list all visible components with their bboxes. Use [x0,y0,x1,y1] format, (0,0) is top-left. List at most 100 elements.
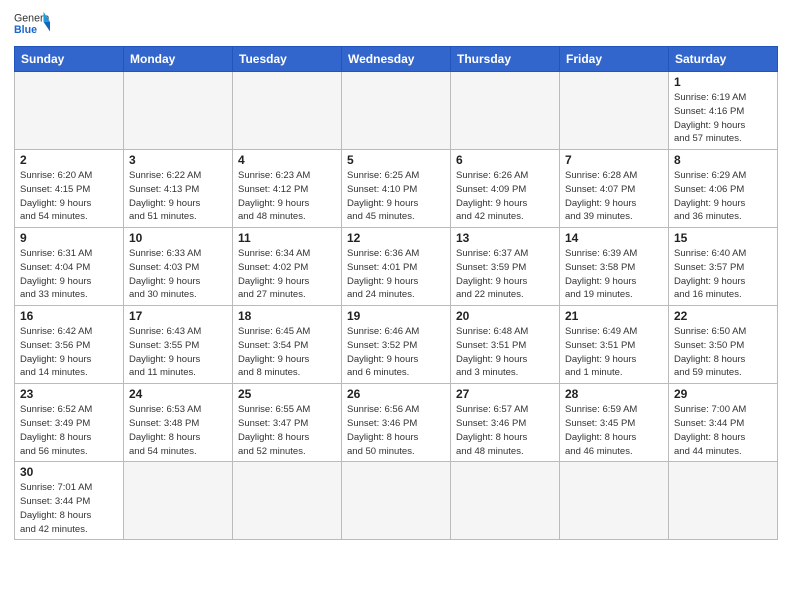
calendar-cell-w4d3: 26Sunrise: 6:56 AM Sunset: 3:46 PM Dayli… [342,384,451,462]
calendar-cell-w1d2: 4 Sunrise: 6:23 AM Sunset: 4:12 PM Daylig… [233,150,342,228]
day-number: 7 [565,153,663,167]
calendar-cell-w0d2 [233,72,342,150]
day-info: Sunrise: 6:53 AM Sunset: 3:48 PM Dayligh… [129,403,227,458]
weekday-tuesday: Tuesday [233,47,342,72]
calendar-cell-w4d5: 28 Sunrise: 6:59 AM Sunset: 3:45 PM Dayli… [560,384,669,462]
calendar-cell-w2d1: 10 Sunrise: 6:33 AM Sunset: 4:03 PM Dayli… [124,228,233,306]
day-number: 22 [674,309,772,323]
day-info: Sunrise: 6:26 AM Sunset: 4:09 PM Dayligh… [456,169,554,224]
calendar-cell-w4d4: 27Sunrise: 6:57 AM Sunset: 3:46 PM Dayli… [451,384,560,462]
calendar-cell-w3d6: 22 Sunrise: 6:50 AM Sunset: 3:50 PM Dayli… [669,306,778,384]
calendar-cell-w2d4: 13Sunrise: 6:37 AM Sunset: 3:59 PM Dayli… [451,228,560,306]
calendar-cell-w1d3: 5 Sunrise: 6:25 AM Sunset: 4:10 PM Daylig… [342,150,451,228]
calendar-cell-w2d5: 14 Sunrise: 6:39 AM Sunset: 3:58 PM Dayli… [560,228,669,306]
calendar-cell-w5d2 [233,462,342,540]
day-number: 9 [20,231,118,245]
calendar-cell-w0d3 [342,72,451,150]
day-info: Sunrise: 6:56 AM Sunset: 3:46 PM Dayligh… [347,403,445,458]
day-info: Sunrise: 6:49 AM Sunset: 3:51 PM Dayligh… [565,325,663,380]
day-info: Sunrise: 6:28 AM Sunset: 4:07 PM Dayligh… [565,169,663,224]
day-number: 14 [565,231,663,245]
weekday-saturday: Saturday [669,47,778,72]
header: General Blue [14,10,778,40]
calendar-cell-w4d6: 29Sunrise: 7:00 AM Sunset: 3:44 PM Dayli… [669,384,778,462]
weekday-monday: Monday [124,47,233,72]
day-info: Sunrise: 6:31 AM Sunset: 4:04 PM Dayligh… [20,247,118,302]
day-number: 28 [565,387,663,401]
calendar-cell-w5d5 [560,462,669,540]
calendar-cell-w3d1: 17Sunrise: 6:43 AM Sunset: 3:55 PM Dayli… [124,306,233,384]
weekday-sunday: Sunday [15,47,124,72]
day-number: 21 [565,309,663,323]
day-number: 1 [674,75,772,89]
calendar-cell-w5d4 [451,462,560,540]
day-number: 8 [674,153,772,167]
day-number: 27 [456,387,554,401]
calendar-cell-w2d0: 9 Sunrise: 6:31 AM Sunset: 4:04 PM Daylig… [15,228,124,306]
calendar-cell-w0d4 [451,72,560,150]
day-info: Sunrise: 6:20 AM Sunset: 4:15 PM Dayligh… [20,169,118,224]
calendar-week-2: 9 Sunrise: 6:31 AM Sunset: 4:04 PM Daylig… [15,228,778,306]
weekday-wednesday: Wednesday [342,47,451,72]
calendar-week-0: 1 Sunrise: 6:19 AM Sunset: 4:16 PM Daylig… [15,72,778,150]
calendar-table: SundayMondayTuesdayWednesdayThursdayFrid… [14,46,778,540]
calendar-cell-w3d0: 16Sunrise: 6:42 AM Sunset: 3:56 PM Dayli… [15,306,124,384]
calendar-cell-w2d3: 12Sunrise: 6:36 AM Sunset: 4:01 PM Dayli… [342,228,451,306]
day-number: 12 [347,231,445,245]
day-number: 20 [456,309,554,323]
day-info: Sunrise: 6:40 AM Sunset: 3:57 PM Dayligh… [674,247,772,302]
day-info: Sunrise: 7:01 AM Sunset: 3:44 PM Dayligh… [20,481,118,536]
calendar-cell-w0d0 [15,72,124,150]
calendar-cell-w3d3: 19 Sunrise: 6:46 AM Sunset: 3:52 PM Dayli… [342,306,451,384]
day-info: Sunrise: 6:37 AM Sunset: 3:59 PM Dayligh… [456,247,554,302]
day-info: Sunrise: 6:50 AM Sunset: 3:50 PM Dayligh… [674,325,772,380]
calendar-cell-w0d1 [124,72,233,150]
day-number: 11 [238,231,336,245]
calendar-cell-w4d2: 25 Sunrise: 6:55 AM Sunset: 3:47 PM Dayli… [233,384,342,462]
calendar-cell-w3d4: 20Sunrise: 6:48 AM Sunset: 3:51 PM Dayli… [451,306,560,384]
calendar-week-1: 2Sunrise: 6:20 AM Sunset: 4:15 PM Daylig… [15,150,778,228]
svg-text:Blue: Blue [14,24,37,36]
day-info: Sunrise: 6:34 AM Sunset: 4:02 PM Dayligh… [238,247,336,302]
calendar-week-3: 16Sunrise: 6:42 AM Sunset: 3:56 PM Dayli… [15,306,778,384]
day-info: Sunrise: 6:46 AM Sunset: 3:52 PM Dayligh… [347,325,445,380]
day-info: Sunrise: 6:45 AM Sunset: 3:54 PM Dayligh… [238,325,336,380]
logo: General Blue [14,10,50,40]
day-info: Sunrise: 6:19 AM Sunset: 4:16 PM Dayligh… [674,91,772,146]
calendar-cell-w5d1 [124,462,233,540]
day-info: Sunrise: 6:23 AM Sunset: 4:12 PM Dayligh… [238,169,336,224]
day-number: 30 [20,465,118,479]
day-number: 19 [347,309,445,323]
weekday-header-row: SundayMondayTuesdayWednesdayThursdayFrid… [15,47,778,72]
calendar-cell-w0d6: 1 Sunrise: 6:19 AM Sunset: 4:16 PM Daylig… [669,72,778,150]
calendar-cell-w3d2: 18Sunrise: 6:45 AM Sunset: 3:54 PM Dayli… [233,306,342,384]
day-info: Sunrise: 6:22 AM Sunset: 4:13 PM Dayligh… [129,169,227,224]
day-number: 29 [674,387,772,401]
calendar-cell-w4d1: 24 Sunrise: 6:53 AM Sunset: 3:48 PM Dayli… [124,384,233,462]
day-info: Sunrise: 6:39 AM Sunset: 3:58 PM Dayligh… [565,247,663,302]
calendar-cell-w1d1: 3 Sunrise: 6:22 AM Sunset: 4:13 PM Daylig… [124,150,233,228]
day-info: Sunrise: 6:59 AM Sunset: 3:45 PM Dayligh… [565,403,663,458]
calendar-cell-w5d3 [342,462,451,540]
day-number: 25 [238,387,336,401]
day-number: 16 [20,309,118,323]
calendar-cell-w4d0: 23 Sunrise: 6:52 AM Sunset: 3:49 PM Dayli… [15,384,124,462]
calendar-cell-w0d5 [560,72,669,150]
day-number: 23 [20,387,118,401]
day-number: 3 [129,153,227,167]
calendar-week-4: 23 Sunrise: 6:52 AM Sunset: 3:49 PM Dayli… [15,384,778,462]
calendar-cell-w1d5: 7 Sunrise: 6:28 AM Sunset: 4:07 PM Daylig… [560,150,669,228]
day-number: 5 [347,153,445,167]
page: General Blue SundayMondayTuesdayWednesda… [0,0,792,612]
day-info: Sunrise: 6:52 AM Sunset: 3:49 PM Dayligh… [20,403,118,458]
day-number: 10 [129,231,227,245]
day-info: Sunrise: 6:25 AM Sunset: 4:10 PM Dayligh… [347,169,445,224]
day-number: 24 [129,387,227,401]
day-info: Sunrise: 6:55 AM Sunset: 3:47 PM Dayligh… [238,403,336,458]
day-info: Sunrise: 6:33 AM Sunset: 4:03 PM Dayligh… [129,247,227,302]
day-number: 15 [674,231,772,245]
calendar-cell-w3d5: 21 Sunrise: 6:49 AM Sunset: 3:51 PM Dayli… [560,306,669,384]
day-number: 4 [238,153,336,167]
weekday-friday: Friday [560,47,669,72]
calendar-cell-w1d6: 8Sunrise: 6:29 AM Sunset: 4:06 PM Daylig… [669,150,778,228]
